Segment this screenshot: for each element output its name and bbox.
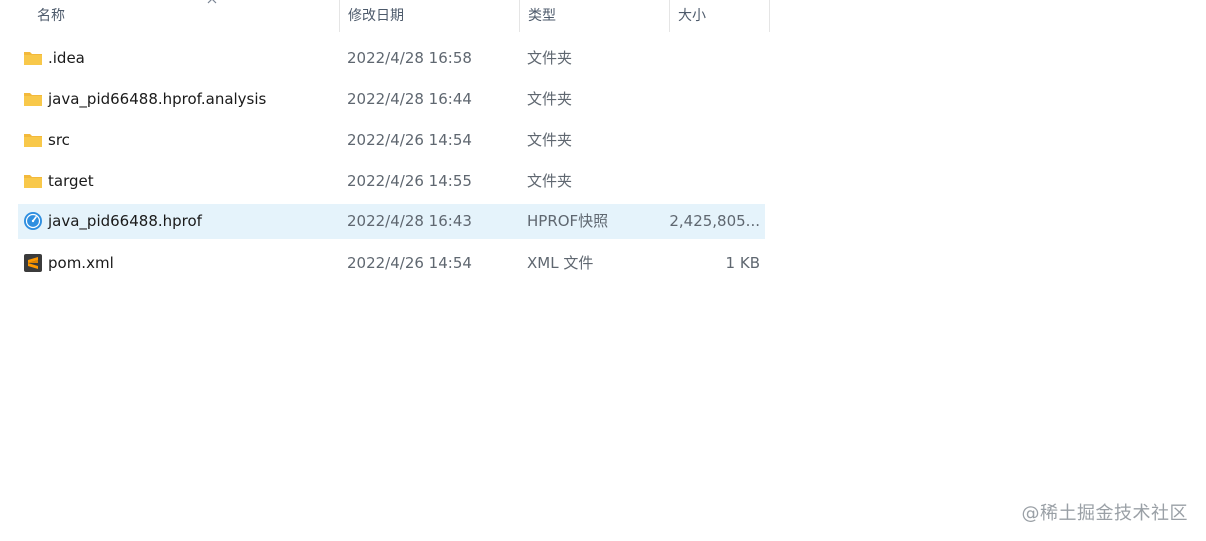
column-header-bar: 名称 修改日期 类型 大小 <box>0 0 770 32</box>
file-size: 2,425,805... <box>669 212 760 230</box>
file-type: 文件夹 <box>527 172 573 190</box>
file-type: XML 文件 <box>527 254 594 272</box>
file-name: pom.xml <box>48 254 114 272</box>
column-header-size[interactable]: 大小 <box>669 0 770 32</box>
folder-icon <box>22 129 44 151</box>
sort-ascending-icon <box>207 0 217 4</box>
file-row[interactable]: target 2022/4/26 14:55 文件夹 <box>18 164 765 199</box>
column-header-name[interactable]: 名称 <box>29 0 339 32</box>
column-header-size-label: 大小 <box>678 8 706 24</box>
file-date: 2022/4/26 14:54 <box>347 254 472 272</box>
folder-icon <box>22 170 44 192</box>
file-name: java_pid66488.hprof <box>48 212 202 230</box>
file-row[interactable]: src 2022/4/26 14:54 文件夹 <box>18 123 765 158</box>
file-row[interactable]: .idea 2022/4/28 16:58 文件夹 <box>18 41 765 76</box>
file-name: target <box>48 172 94 190</box>
file-date: 2022/4/26 14:54 <box>347 131 472 149</box>
hprof-file-icon <box>22 210 44 232</box>
file-date: 2022/4/26 14:55 <box>347 172 472 190</box>
file-row[interactable]: pom.xml 2022/4/26 14:54 XML 文件 1 KB <box>18 246 765 281</box>
column-header-type-label: 类型 <box>528 8 556 24</box>
file-type: HPROF快照 <box>527 212 609 230</box>
column-header-date[interactable]: 修改日期 <box>339 0 519 32</box>
folder-icon <box>22 88 44 110</box>
file-date: 2022/4/28 16:43 <box>347 212 472 230</box>
file-type: 文件夹 <box>527 49 573 67</box>
file-row[interactable]: java_pid66488.hprof.analysis 2022/4/28 1… <box>18 82 765 117</box>
file-name: .idea <box>48 49 85 67</box>
sublime-text-file-icon <box>22 252 44 274</box>
folder-icon <box>22 47 44 69</box>
column-header-date-label: 修改日期 <box>348 8 404 24</box>
column-header-name-label: 名称 <box>37 8 65 24</box>
watermark: @稀土掘金技术社区 <box>1021 503 1188 524</box>
file-date: 2022/4/28 16:44 <box>347 90 472 108</box>
file-type: 文件夹 <box>527 131 573 149</box>
column-header-type[interactable]: 类型 <box>519 0 669 32</box>
file-name: java_pid66488.hprof.analysis <box>48 90 267 108</box>
file-type: 文件夹 <box>527 90 573 108</box>
file-date: 2022/4/28 16:58 <box>347 49 472 67</box>
file-row-selected[interactable]: java_pid66488.hprof 2022/4/28 16:43 HPRO… <box>18 204 765 239</box>
file-size: 1 KB <box>725 254 760 272</box>
file-explorer-list: 名称 修改日期 类型 大小 .idea 2022/4/28 16:58 文件夹 <box>0 0 1206 541</box>
file-name: src <box>48 131 70 149</box>
